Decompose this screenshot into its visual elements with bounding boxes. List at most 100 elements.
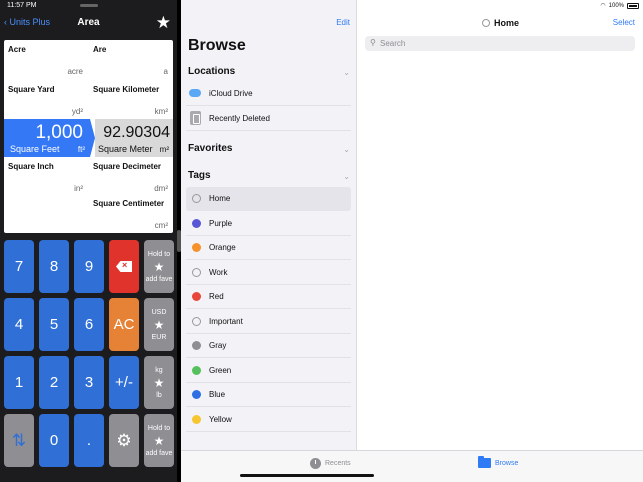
chevron-down-icon[interactable]: ⌄	[343, 145, 350, 154]
favorites-header[interactable]: Favorites	[188, 143, 232, 154]
tag-dot-icon	[192, 267, 201, 277]
favorite-slot-2[interactable]: USD ★ EUR	[144, 298, 174, 351]
tag-label: Important	[209, 316, 243, 326]
tag-label: Work	[209, 267, 228, 277]
key-1[interactable]: 1	[4, 356, 34, 409]
locations-header[interactable]: Locations	[188, 66, 235, 77]
edit-button[interactable]: Edit	[336, 18, 350, 27]
fav-bottom-label: EUR	[151, 333, 167, 341]
units-nav-bar: ‹ Units Plus Area ★	[0, 10, 177, 38]
plus-minus-button[interactable]: +/-	[109, 356, 139, 409]
favorite-slot-1[interactable]: Hold to ★ add fave	[144, 240, 174, 293]
tag-dot-icon	[192, 243, 201, 252]
location-label: Recently Deleted	[209, 114, 270, 123]
tag-work[interactable]: Work	[186, 261, 351, 285]
input-unit-square-feet[interactable]: 1,000 Square Feet ft²	[4, 119, 90, 157]
files-sidebar: Edit Browse Locations ⌄ iCloud Drive Rec…	[181, 0, 357, 450]
star-icon: ★	[153, 433, 165, 448]
favorite-star-icon[interactable]: ★	[156, 13, 171, 33]
tag-dot-icon	[481, 19, 490, 27]
content-title: Home	[358, 18, 643, 28]
gear-icon: ⚙	[116, 430, 132, 450]
tag-dot-icon	[192, 316, 201, 326]
key-4[interactable]: 4	[4, 298, 34, 351]
input-unit-name: Square Feet	[10, 144, 60, 154]
location-recently-deleted[interactable]: Recently Deleted	[186, 107, 351, 131]
swap-icon: ⇅	[11, 430, 27, 450]
key-8[interactable]: 8	[39, 240, 69, 293]
output-unit-square-meter[interactable]: 92.90304 Square Meter m²	[95, 119, 173, 157]
favorite-slot-4[interactable]: Hold to ★ add fave	[144, 414, 174, 467]
tag-orange[interactable]: Orange	[186, 236, 351, 260]
clock-icon	[310, 458, 321, 469]
tag-label: Gray	[209, 341, 227, 350]
swap-units-button[interactable]: ⇅	[4, 414, 34, 467]
unit-square-decimeter[interactable]: Square Decimeter dm²	[89, 157, 173, 196]
unit-abbr: dm²	[154, 184, 168, 193]
home-indicator[interactable]	[240, 474, 374, 477]
unit-name: Square Kilometer	[93, 85, 160, 94]
battery-icon	[627, 2, 639, 9]
key-7[interactable]: 7	[4, 240, 34, 293]
star-icon: ★	[153, 375, 165, 390]
unit-square-yard[interactable]: Square Yard yd²	[4, 80, 88, 119]
unit-name: Square Inch	[8, 162, 54, 171]
tab-browse[interactable]: Browse	[478, 456, 518, 468]
wifi-icon: ◠	[600, 3, 606, 9]
all-clear-button[interactable]: AC	[109, 298, 139, 351]
unit-abbr: a	[163, 67, 168, 76]
tag-dot-icon	[192, 365, 201, 375]
tag-home[interactable]: Home	[186, 187, 351, 211]
unit-abbr: in²	[74, 184, 83, 193]
units-list: Acre acre Are a Square Yard yd² Square K…	[4, 40, 173, 233]
category-title: Area	[77, 17, 100, 28]
tag-yellow[interactable]: Yellow	[186, 408, 351, 432]
output-unit-name: Square Meter	[98, 144, 153, 154]
tag-gray[interactable]: Gray	[186, 334, 351, 358]
files-app: Edit Browse Locations ⌄ iCloud Drive Rec…	[181, 0, 643, 482]
tag-red[interactable]: Red	[186, 285, 351, 309]
unit-square-centimeter[interactable]: Square Centimeter cm²	[89, 194, 173, 233]
tag-label: Home	[209, 194, 231, 203]
output-value: 92.90304	[103, 124, 170, 141]
key-5[interactable]: 5	[39, 298, 69, 351]
favorite-slot-3[interactable]: kg ★ lb	[144, 356, 174, 409]
unit-abbr: yd²	[71, 107, 83, 116]
chevron-down-icon[interactable]: ⌄	[343, 68, 350, 77]
key-0[interactable]: 0	[39, 414, 69, 467]
settings-button[interactable]: ⚙	[109, 414, 139, 467]
key-6[interactable]: 6	[74, 298, 104, 351]
tag-green[interactable]: Green	[186, 359, 351, 383]
unit-acre[interactable]: Acre acre	[4, 40, 88, 79]
battery-percent: 100%	[608, 2, 624, 9]
delete-button[interactable]: ×	[109, 240, 139, 293]
key-3[interactable]: 3	[74, 356, 104, 409]
key-2[interactable]: 2	[39, 356, 69, 409]
key-9[interactable]: 9	[74, 240, 104, 293]
app-grabber[interactable]	[80, 4, 98, 7]
tag-important[interactable]: Important	[186, 310, 351, 334]
tab-recents[interactable]: Recents	[310, 458, 351, 469]
fav-bottom-label: add fave	[145, 449, 173, 457]
tab-bar: Recents Browse	[181, 450, 643, 482]
location-icloud-drive[interactable]: iCloud Drive	[186, 82, 351, 106]
tag-purple[interactable]: Purple	[186, 212, 351, 236]
tag-blue[interactable]: Blue	[186, 383, 351, 407]
tags-header[interactable]: Tags	[188, 170, 211, 181]
tag-label: Orange	[209, 243, 236, 252]
search-bar[interactable]: ⚲	[365, 36, 635, 51]
unit-square-kilometer[interactable]: Square Kilometer km²	[89, 80, 173, 119]
output-unit-abbr: m²	[159, 145, 169, 154]
unit-name: Are	[93, 45, 107, 54]
unit-abbr: km²	[154, 107, 168, 116]
tag-dot-icon	[192, 218, 201, 228]
unit-are[interactable]: Are a	[89, 40, 173, 79]
unit-name: Square Centimeter	[93, 199, 165, 208]
unit-square-inch[interactable]: Square Inch in²	[4, 157, 88, 196]
unit-abbr: cm²	[154, 221, 168, 230]
search-input[interactable]	[380, 37, 620, 50]
key-decimal[interactable]: .	[74, 414, 104, 467]
cloud-icon	[189, 89, 201, 97]
chevron-down-icon[interactable]: ⌄	[343, 172, 350, 181]
select-button[interactable]: Select	[613, 18, 635, 27]
